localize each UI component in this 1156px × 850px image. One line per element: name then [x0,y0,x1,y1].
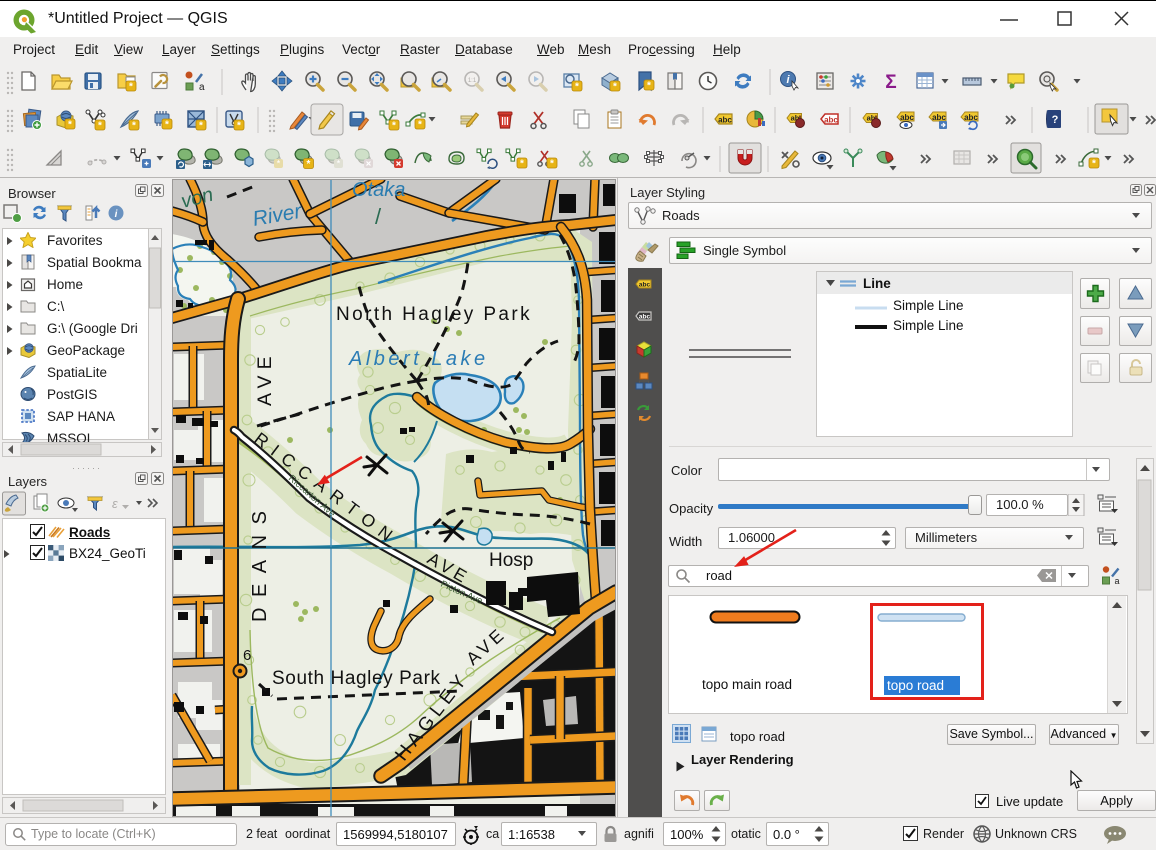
svg-text:*: * [277,159,281,169]
svg-text:*: * [98,121,102,132]
svg-text:Albert Lake: Albert Lake [348,348,489,370]
svg-text:?: ? [1052,114,1059,126]
svg-text:*: * [68,120,72,131]
svg-text:abc: abc [639,282,651,289]
svg-text:abc: abc [824,116,838,125]
svg-text:*: * [132,121,136,132]
svg-text:Σ: Σ [885,72,896,93]
svg-text:*: * [575,82,579,93]
svg-text:*: * [613,82,617,93]
svg-text:*: * [550,159,554,170]
svg-text:i: i [115,209,118,220]
svg-text:abc: abc [932,113,946,122]
svg-text:*: * [418,120,422,131]
svg-text:North Hagley Park: North Hagley Park [336,304,532,325]
svg-text:*: * [647,81,651,92]
svg-text:*: * [520,159,524,170]
svg-text:abc: abc [718,116,732,125]
svg-text:*: * [307,159,311,170]
svg-text:abc: abc [964,113,978,122]
svg-text:DEANS: DEANS [249,501,271,622]
svg-text:a: a [1115,576,1120,586]
svg-text:*: * [1092,159,1096,170]
svg-text:ε: ε [112,496,118,511]
svg-text:AVE: AVE [254,350,276,406]
svg-text:*: * [199,121,203,132]
svg-text:Ōtaka: Ōtaka [352,179,405,201]
svg-text:abc: abc [900,113,914,122]
svg-text:*: * [237,121,241,132]
svg-text:Hosp: Hosp [489,550,533,571]
svg-text:/: / [375,204,382,229]
svg-text:*: * [129,82,133,93]
svg-text:South Hagley Park: South Hagley Park [272,668,441,689]
svg-text:1:1: 1:1 [468,78,477,84]
svg-text:*: * [392,121,396,132]
svg-text:abc: abc [639,314,651,321]
svg-text:a: a [199,82,205,93]
svg-text:*: * [337,159,341,169]
svg-text:6: 6 [243,647,251,664]
svg-text:*: * [165,120,169,131]
